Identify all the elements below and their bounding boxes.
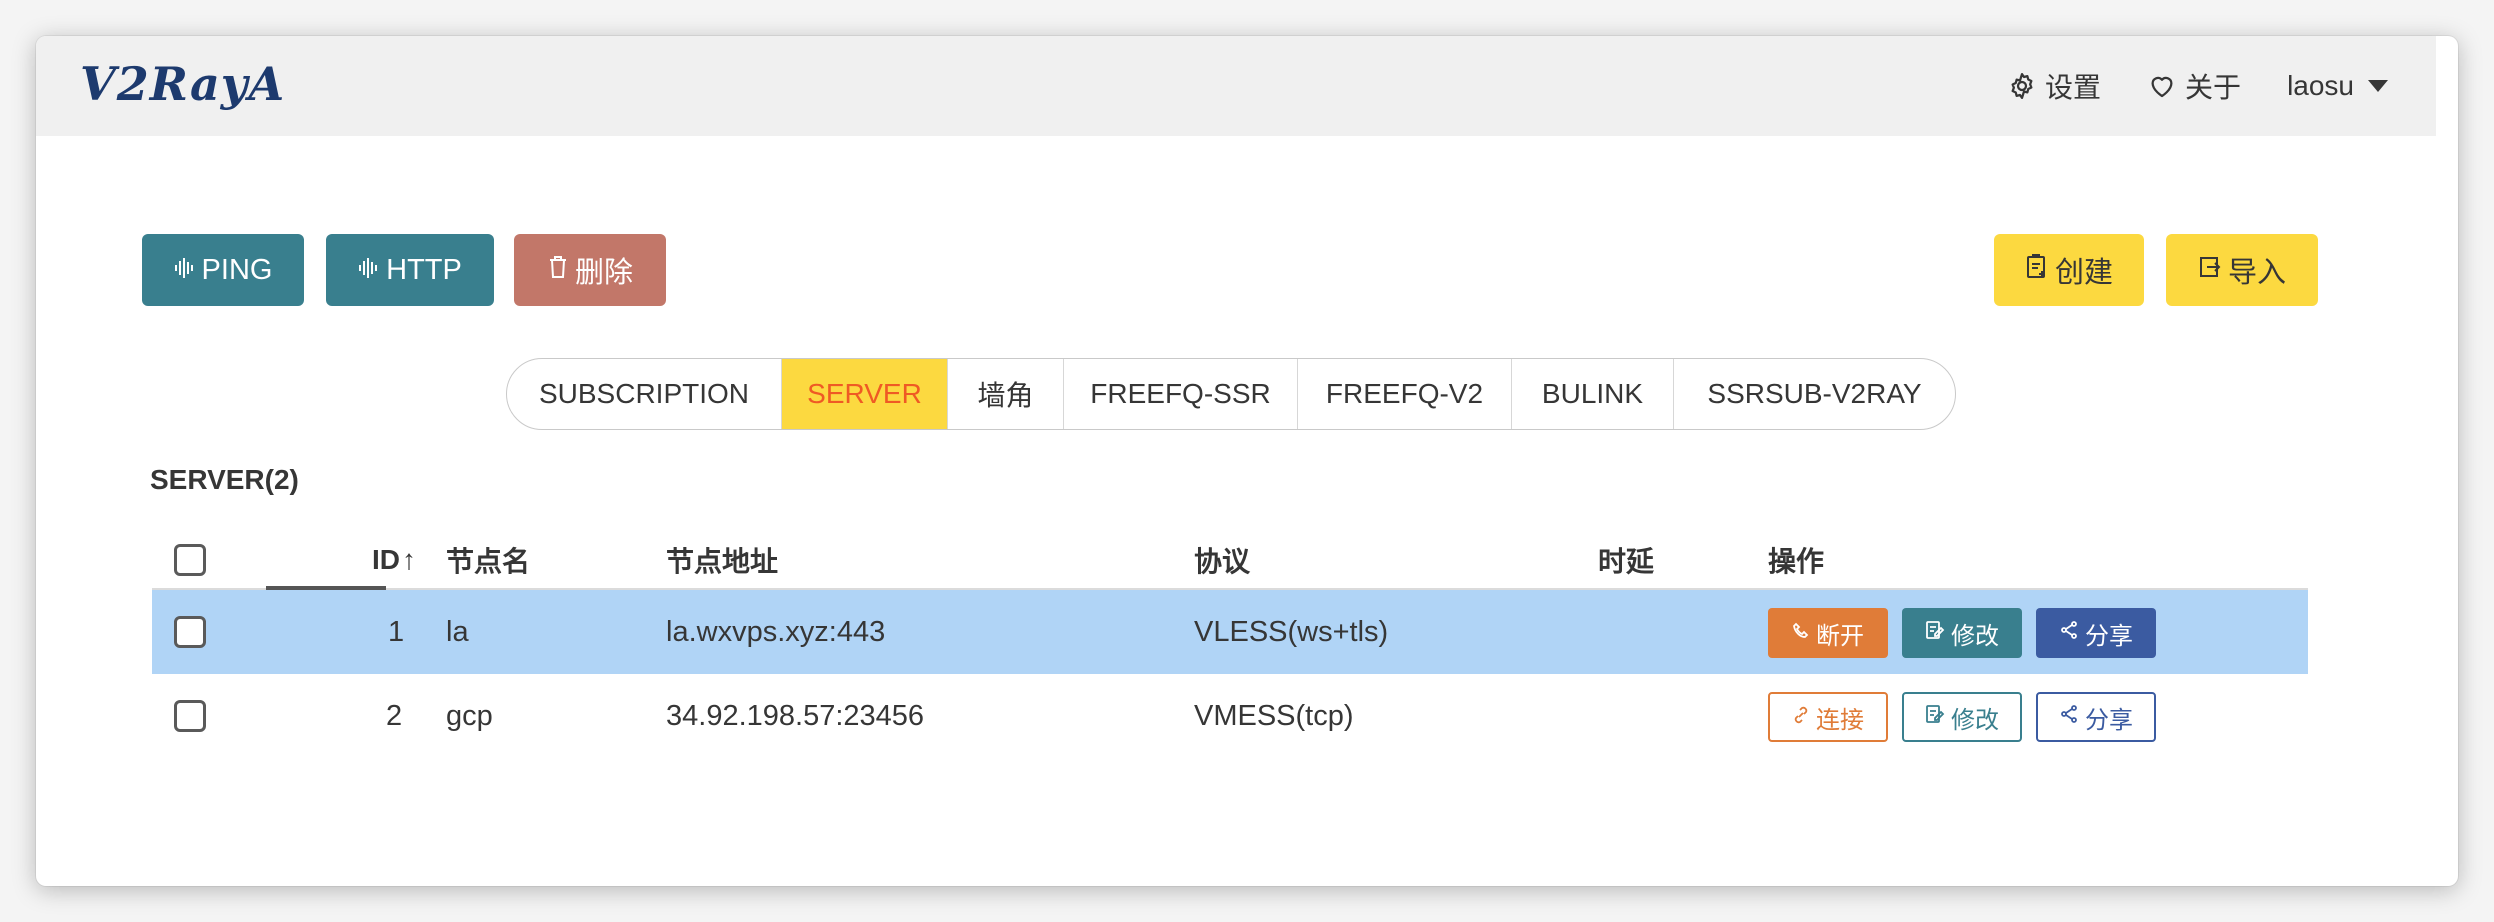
gear-icon: [2007, 71, 2037, 101]
create-button[interactable]: 创建: [1994, 234, 2144, 306]
select-all-cell: [174, 534, 206, 586]
row-checkbox[interactable]: [174, 616, 206, 648]
tab-server[interactable]: SERVER: [781, 359, 947, 429]
edit-button[interactable]: 修改: [1902, 608, 2022, 658]
app-logo[interactable]: V2RayA: [80, 52, 285, 116]
connect-button[interactable]: 连接: [1768, 692, 1888, 742]
row-select-cell: [174, 674, 206, 758]
tab-freefq-ssr[interactable]: FREEFQ-SSR: [1063, 359, 1297, 429]
latency-header: 时延: [1598, 546, 1655, 577]
actions-header: 操作: [1768, 546, 1825, 577]
settings-label: 设置: [2045, 72, 2102, 103]
section-title: SERVER(2): [150, 464, 299, 495]
subscription-tabs: SUBSCRIPTION SERVER 墙角 FREEFQ-SSR FREEFQ…: [506, 358, 1956, 430]
share-label: 分享: [2085, 622, 2133, 650]
user-label: laosu: [2287, 70, 2354, 101]
import-button[interactable]: 导入: [2166, 234, 2318, 306]
trash-icon: [547, 254, 569, 287]
about-label: 关于: [2185, 72, 2242, 103]
nav-right: 设置 关于 laosu: [2007, 64, 2388, 108]
edit-button[interactable]: 修改: [1902, 692, 2022, 742]
row-protocol: VMESS(tcp): [1194, 699, 1354, 732]
id-header-label: ID: [372, 544, 400, 575]
waveform-icon: [174, 254, 196, 287]
tab-ssrsub-v2ray[interactable]: SSRSUB-V2RAY: [1673, 359, 1955, 429]
tab-qiangjiao[interactable]: 墙角: [947, 359, 1063, 429]
row-name: la: [446, 615, 469, 648]
http-label: HTTP: [386, 253, 462, 286]
share-button[interactable]: 分享: [2036, 692, 2156, 742]
name-header: 节点名: [446, 546, 531, 577]
table-header: ID ↑ 节点名 节点地址 协议 时延 操作: [152, 534, 2308, 586]
ping-button[interactable]: PING: [142, 234, 304, 306]
protocol-header: 协议: [1194, 546, 1251, 577]
app-window: V2RayA 设置 关于 laosu PING HTTP 删除 创建 导入 SU…: [36, 36, 2458, 886]
about-link[interactable]: 关于: [2147, 66, 2241, 106]
caret-down-icon: [2368, 80, 2388, 92]
disconnect-label: 断开: [1816, 622, 1864, 650]
address-header: 节点地址: [666, 546, 779, 577]
row-select-cell: [174, 590, 206, 674]
import-icon: [2198, 254, 2222, 287]
link-icon: [1792, 703, 1810, 731]
row-name: gcp: [446, 699, 493, 732]
disconnect-button[interactable]: 断开: [1768, 608, 1888, 658]
http-button[interactable]: HTTP: [326, 234, 494, 306]
ping-label: PING: [201, 253, 273, 286]
edit-icon: [1925, 619, 1945, 647]
waveform-icon: [358, 254, 380, 287]
share-label: 分享: [2085, 706, 2133, 734]
connect-label: 连接: [1816, 706, 1864, 734]
import-label: 导入: [2227, 257, 2286, 289]
edit-label: 修改: [1951, 622, 1999, 650]
delete-label: 删除: [574, 257, 633, 289]
share-icon: [2059, 703, 2079, 731]
edit-label: 修改: [1951, 706, 1999, 734]
share-button[interactable]: 分享: [2036, 608, 2156, 658]
create-label: 创建: [2054, 257, 2113, 289]
row-checkbox[interactable]: [174, 700, 206, 732]
select-all-checkbox[interactable]: [174, 544, 206, 576]
delete-button[interactable]: 删除: [514, 234, 666, 306]
tab-freefq-v2[interactable]: FREEFQ-V2: [1297, 359, 1511, 429]
row-id: 1: [388, 615, 405, 648]
user-menu[interactable]: laosu: [2287, 70, 2388, 102]
row-address: 34.92.198.57:23456: [666, 699, 925, 732]
heart-icon: [2147, 71, 2177, 101]
settings-link[interactable]: 设置: [2007, 66, 2101, 106]
row-id: 2: [386, 699, 403, 732]
row-protocol: VLESS(ws+tls): [1194, 615, 1389, 648]
clipboard-add-icon: [2025, 253, 2049, 287]
navbar: V2RayA 设置 关于 laosu: [36, 36, 2436, 136]
row-address: la.wxvps.xyz:443: [666, 615, 886, 648]
table-row[interactable]: 2 gcp 34.92.198.57:23456 VMESS(tcp) 连接 修…: [152, 674, 2308, 758]
sort-ascending-icon: ↑: [402, 544, 416, 575]
table-row[interactable]: 1 la la.wxvps.xyz:443 VLESS(ws+tls) 断开 修…: [152, 590, 2308, 674]
phone-icon: [1792, 619, 1810, 647]
tab-subscription[interactable]: SUBSCRIPTION: [507, 359, 781, 429]
share-icon: [2059, 619, 2079, 647]
id-header[interactable]: ID ↑: [372, 534, 416, 586]
edit-icon: [1925, 703, 1945, 731]
tab-bulink[interactable]: BULINK: [1511, 359, 1673, 429]
